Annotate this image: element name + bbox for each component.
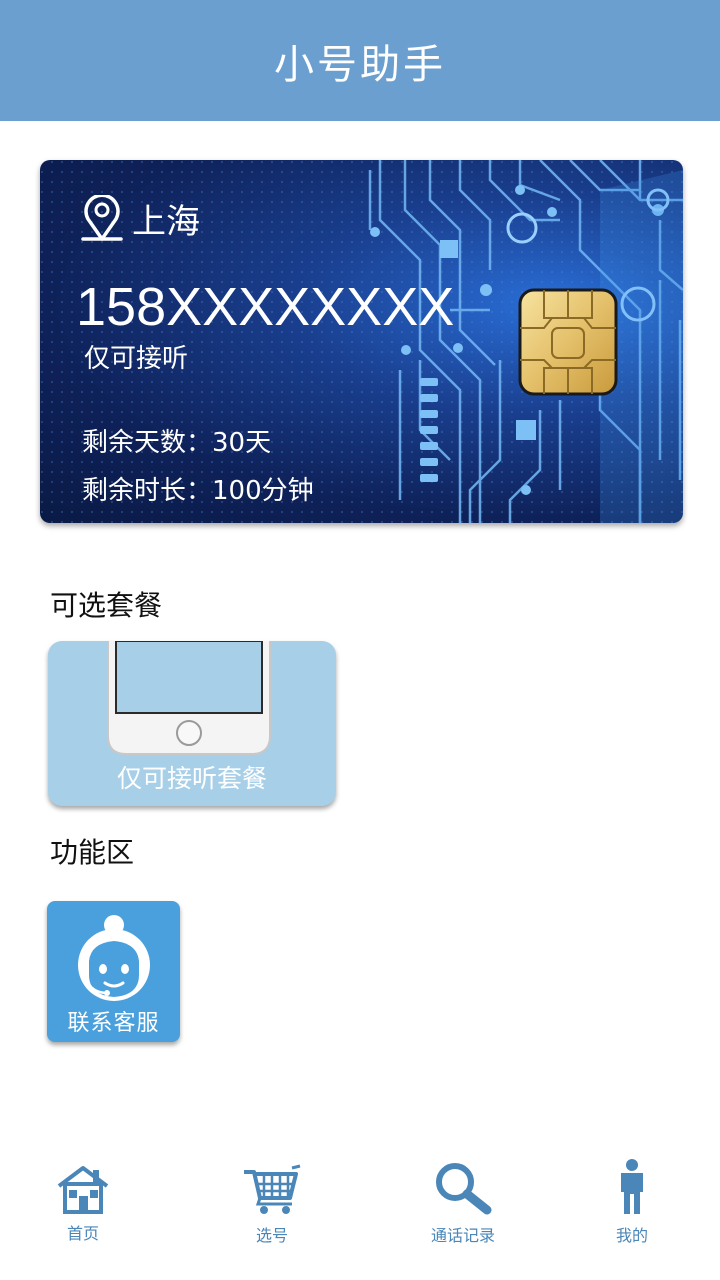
card-location: 上海 (80, 194, 200, 243)
page-title: 小号助手 (274, 41, 446, 88)
top-bar: 小号助手 (0, 0, 720, 121)
tab-select-number[interactable]: 选号 (212, 1164, 332, 1246)
location-text: 上海 (132, 202, 200, 242)
package-label: 仅可接听套餐 (116, 764, 267, 793)
package-card-answer-only[interactable]: 仅可接听套餐 (48, 641, 336, 806)
tab-home[interactable]: 首页 (23, 1164, 143, 1244)
customer-service-icon (78, 915, 150, 1001)
phone-icon (107, 641, 271, 755)
contact-service-button[interactable]: 联系客服 (47, 901, 180, 1042)
card-note: 仅可接听 (84, 344, 189, 374)
search-icon (436, 1163, 492, 1215)
sim-chip-icon (518, 288, 618, 396)
sim-card[interactable]: 上海 158XXXXXXXX 仅可接听 剩余天数：30天 剩余时长：100分钟 (40, 160, 683, 523)
tab-records-label: 通话记录 (430, 1226, 495, 1245)
person-icon (621, 1159, 643, 1214)
tab-mine[interactable]: 我的 (572, 1158, 692, 1246)
tab-call-records[interactable]: 通话记录 (403, 1160, 523, 1246)
phone-number: 158XXXXXXXX (76, 277, 455, 337)
tab-select-label: 选号 (255, 1226, 288, 1245)
cart-icon (244, 1164, 301, 1214)
remaining-days: 剩余天数：30天 (82, 428, 272, 458)
location-pin-icon (81, 194, 123, 241)
remaining-minutes: 剩余时长：100分钟 (82, 476, 314, 506)
tab-mine-label: 我的 (615, 1226, 648, 1245)
contact-service-label: 联系客服 (67, 1011, 160, 1036)
packages-section-title: 可选套餐 (50, 589, 163, 622)
bottom-tab-bar: 首页 选号 通话记录 我的 (0, 1150, 720, 1280)
functions-section-title: 功能区 (50, 836, 135, 869)
tab-home-label: 首页 (66, 1224, 99, 1243)
home-icon (57, 1166, 109, 1214)
